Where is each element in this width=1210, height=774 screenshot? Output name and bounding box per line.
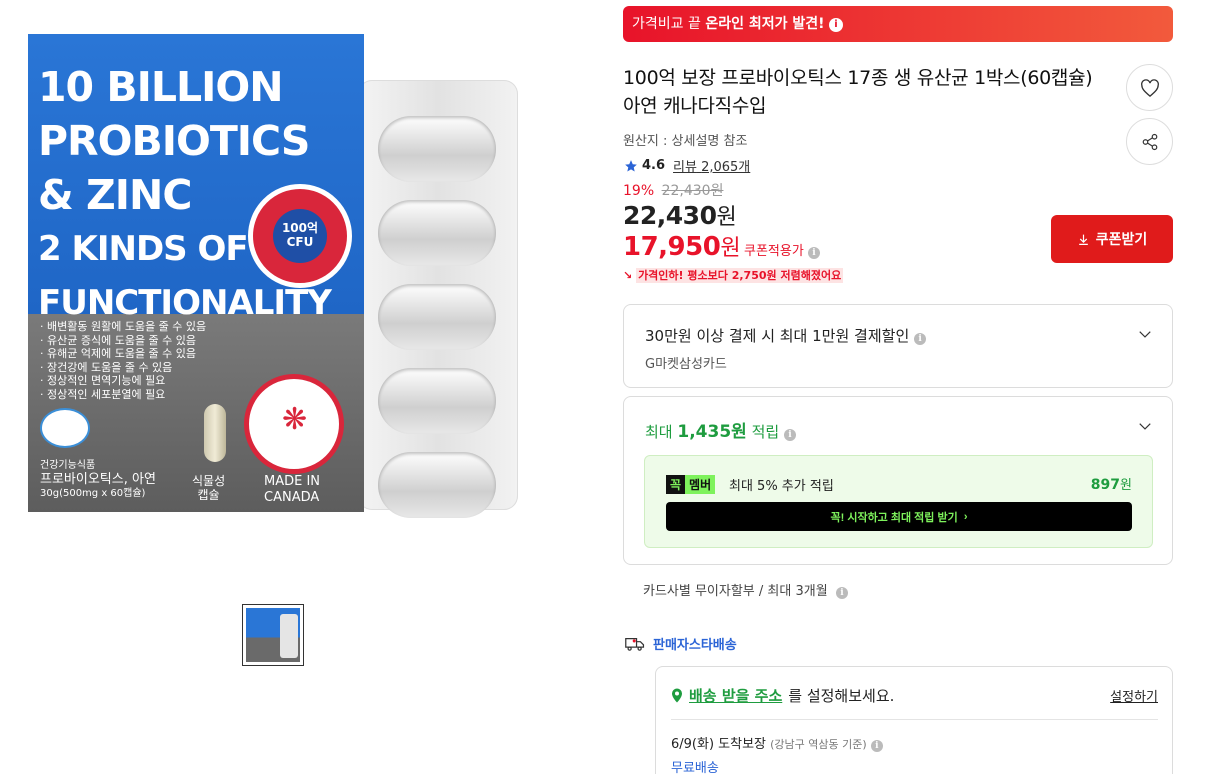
chevron-right-icon: › <box>963 510 968 523</box>
blister-pack <box>358 80 518 518</box>
share-icon <box>1142 133 1157 150</box>
delivery-address-link[interactable]: 배송 받을 주소 <box>689 685 782 706</box>
price-drop-notice: ↘ 가격인하! 평소보다 2,750원 저렴해졌어요 <box>623 268 844 283</box>
info-icon[interactable]: i <box>914 333 927 345</box>
health-food-badge <box>40 408 90 448</box>
star-icon <box>625 159 637 172</box>
lowest-price-banner[interactable]: 가격비교 끝 온라인 최저가 발견! i <box>623 6 1173 42</box>
info-icon[interactable]: i <box>807 247 820 259</box>
installment-info: 카드사별 무이자할부 / 최대 3개월 i <box>643 580 848 599</box>
info-icon[interactable]: i <box>870 740 883 752</box>
product-title: 100억 보장 프로바이오틱스 17종 생 유산균 1박스(60캡슐) 아연 캐… <box>623 67 1093 117</box>
capsule-graphic <box>204 404 226 462</box>
divider <box>671 719 1158 720</box>
original-price: 22,430원 <box>661 183 724 199</box>
discount-percent: 19% <box>623 183 655 199</box>
download-icon <box>1078 234 1088 245</box>
discount-row: 19% 22,430원 <box>623 180 723 200</box>
get-coupon-button[interactable]: 쿠폰받기 <box>1051 215 1173 263</box>
delivery-header: 판매자스타배송 <box>625 634 737 653</box>
box-claims: · 배변활동 원활에 도움을 줄 수 있음 · 유산균 증식에 도움을 줄 수 … <box>40 320 207 401</box>
member-badge: 꼭 멤버 <box>666 475 716 494</box>
member-join-button[interactable]: 꼭! 시작하고 최대 적립 받기 › <box>666 502 1132 531</box>
sale-price: 22,430원 <box>623 201 737 230</box>
maple-leaf-icon: ❋ <box>282 402 308 437</box>
product-thumbnail[interactable] <box>242 604 304 666</box>
rating-row: 4.6 리뷰 2,065개 <box>624 156 750 175</box>
points-panel[interactable]: 최대 1,435원 적립 i 꼭 멤버 최대 5% 추가 적립 897원 꼭! 시… <box>623 396 1173 565</box>
set-address-link[interactable]: 설정하기 <box>1110 686 1158 705</box>
origin-info: 원산지 : 상세설명 참조 <box>623 134 748 149</box>
coupon-price: 17,950원 <box>623 232 741 262</box>
product-box: 10 BILLION PROBIOTICS & ZINC 2 KINDS OF … <box>28 34 364 512</box>
made-in-canada-badge: ❋ <box>244 374 344 474</box>
card-discount-panel[interactable]: 30만원 이상 결제 시 최대 1만원 결제할인 i G마켓삼성카드 <box>623 304 1173 388</box>
share-button[interactable] <box>1126 118 1173 165</box>
info-icon: i <box>828 18 843 32</box>
delivery-eta: 6/9(화) 도착보장 (강남구 역삼동 기준) i <box>671 733 883 752</box>
reviews-link[interactable]: 리뷰 2,065개 <box>673 156 750 175</box>
chevron-down-icon[interactable] <box>1138 419 1152 433</box>
coupon-price-label: 쿠폰적용가 i <box>744 240 820 259</box>
location-pin-icon <box>672 688 682 703</box>
info-icon[interactable]: i <box>783 429 796 441</box>
chevron-down-icon[interactable] <box>1138 327 1152 341</box>
info-icon[interactable]: i <box>835 587 848 599</box>
truck-icon <box>625 637 645 651</box>
cfu-badge: 100억 CFU <box>248 184 352 288</box>
delivery-panel: 배송 받을 주소 를 설정해보세요. 설정하기 6/9(화) 도착보장 (강남구… <box>655 666 1173 774</box>
member-benefit-box: 꼭 멤버 최대 5% 추가 적립 897원 꼭! 시작하고 최대 적립 받기 › <box>644 455 1153 548</box>
product-main-image: 10 BILLION PROBIOTICS & ZINC 2 KINDS OF … <box>28 34 520 518</box>
price-down-arrow-icon: ↘ <box>623 269 633 282</box>
wishlist-heart-button[interactable] <box>1126 64 1173 111</box>
heart-icon <box>1140 78 1159 97</box>
free-shipping-label: 무료배송 <box>671 761 719 774</box>
